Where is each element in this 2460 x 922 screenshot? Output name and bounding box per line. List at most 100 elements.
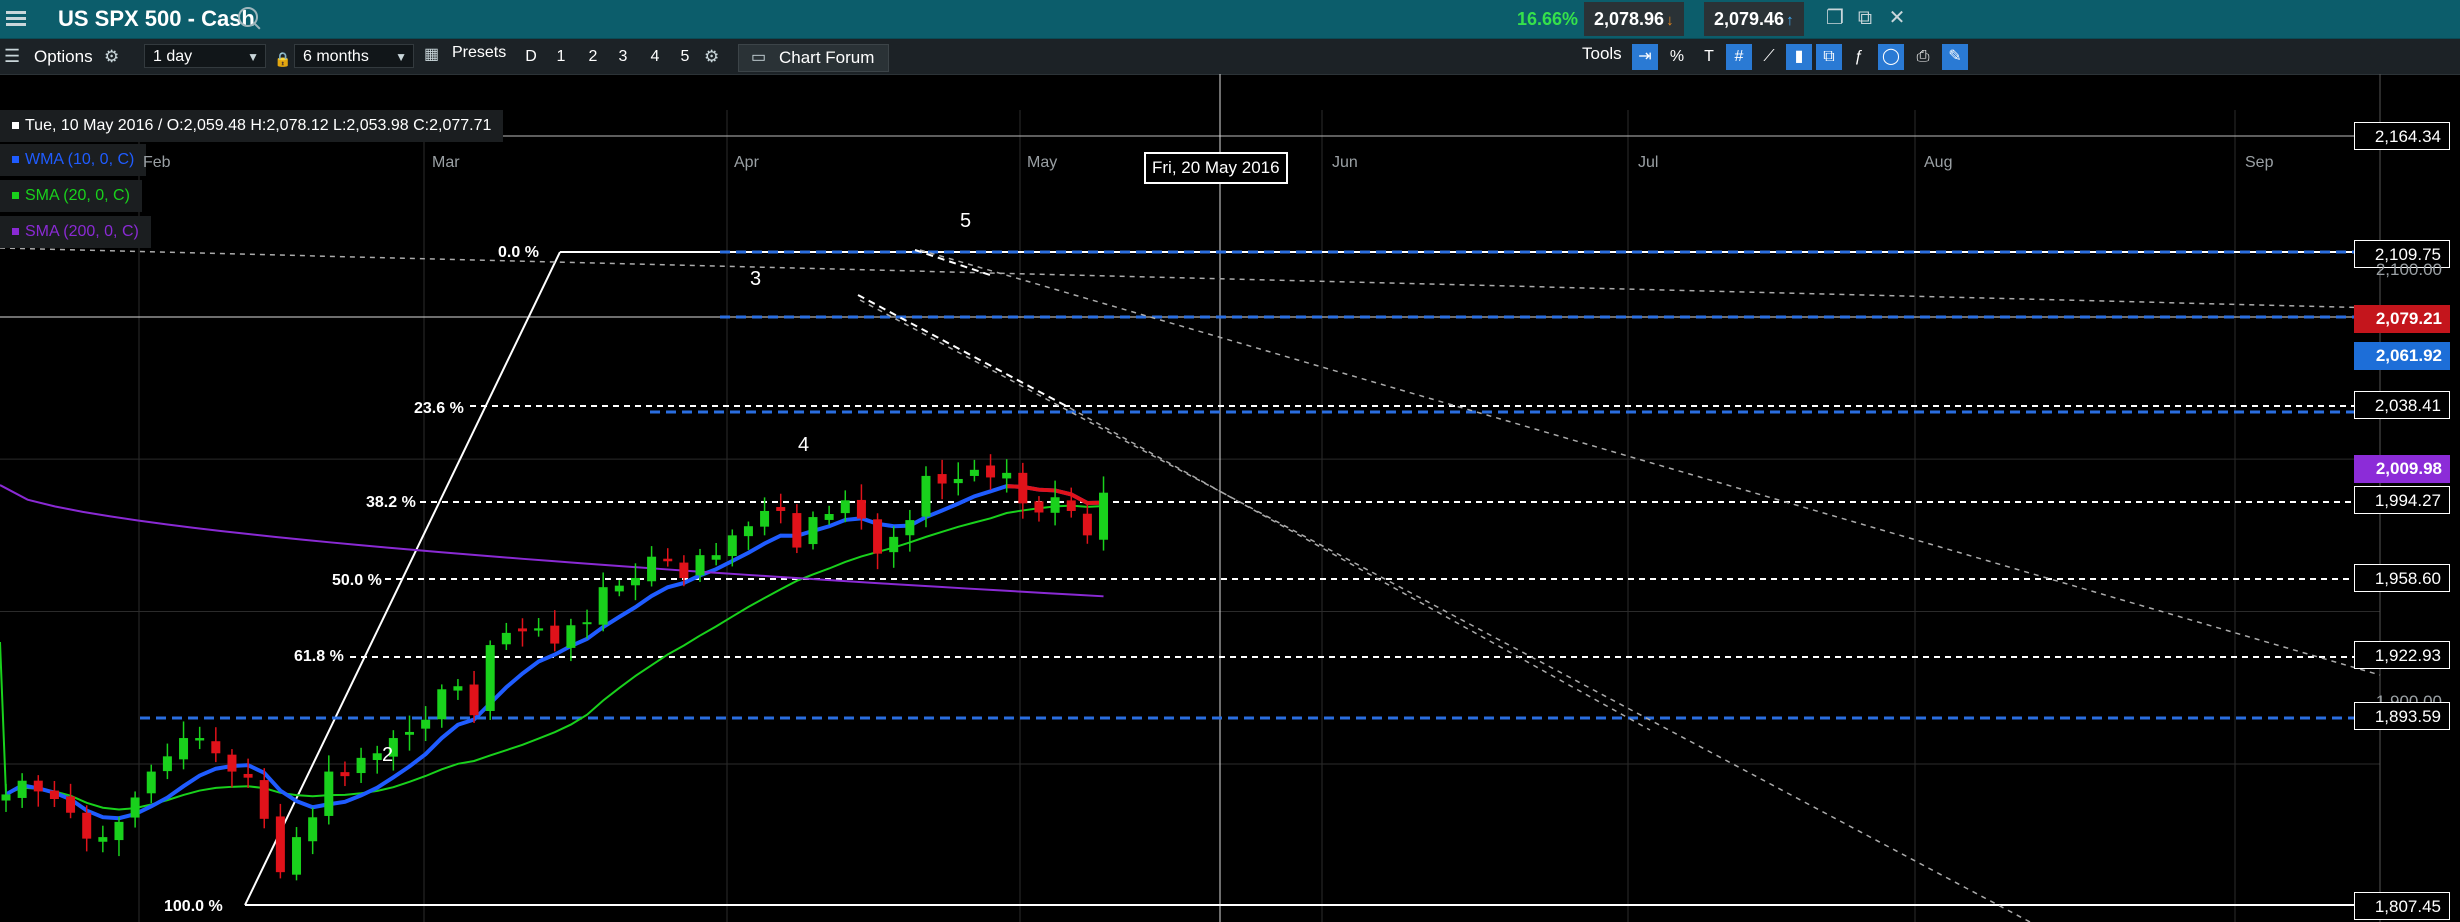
candle-body [808, 517, 818, 545]
highlight-tool-icon[interactable]: ◯ [1878, 44, 1904, 70]
buy-price: 2,079.46 [1714, 9, 1785, 29]
preset-3-button[interactable]: 3 [614, 48, 632, 66]
candle-body [243, 773, 253, 778]
candle-body [437, 689, 447, 720]
close-icon[interactable]: ✕ [1886, 7, 1908, 29]
options-button[interactable]: Options [34, 47, 93, 67]
sell-price-button[interactable]: 2,078.96 ↓ [1584, 2, 1684, 36]
sma20-label: SMA (20, 0, C) [25, 187, 130, 204]
gear-icon[interactable]: ⚙ [104, 47, 119, 67]
sma20-swatch [12, 192, 19, 200]
settings-gear-icon[interactable]: ⚙ [704, 47, 719, 67]
month-label: Mar [432, 154, 460, 171]
candle-body [1099, 492, 1109, 540]
ohlc-readout: Tue, 10 May 2016 / O:2,059.48 H:2,078.12… [0, 110, 504, 142]
restore-icon[interactable]: ❐ [1824, 7, 1846, 29]
candle-tool-icon[interactable]: ▮ [1786, 44, 1812, 70]
candle-body [727, 535, 737, 557]
sma200-legend[interactable]: SMA (200, 0, C) [0, 216, 151, 248]
candle-body [582, 622, 592, 625]
candle-body [114, 821, 124, 841]
candle-body [324, 771, 334, 816]
popout-icon[interactable]: ⧉ [1854, 7, 1876, 29]
search-icon[interactable] [238, 7, 258, 27]
candle-body [792, 513, 802, 548]
chart-forum-label: Chart Forum [779, 48, 875, 67]
interval-select[interactable]: 1 day ▼ [144, 44, 266, 68]
list-icon[interactable]: ☰ [4, 46, 20, 66]
candle-body [1066, 500, 1076, 511]
preset-1-button[interactable]: 1 [552, 48, 570, 66]
grid-tool-icon[interactable]: # [1726, 44, 1752, 70]
candle-body [162, 756, 172, 772]
percent-tool-button[interactable]: % [1664, 44, 1690, 70]
cursor-tool-icon[interactable]: ⇥ [1632, 44, 1658, 70]
trendline [1069, 407, 1651, 731]
candle-body [1002, 472, 1012, 479]
candle-body [679, 562, 689, 579]
trendline-tool-icon[interactable]: ⟋ [1756, 44, 1782, 70]
level-lines [0, 74, 2380, 922]
month-label: Jul [1638, 154, 1659, 171]
chart-area[interactable]: Tue, 10 May 2016 / O:2,059.48 H:2,078.12… [0, 74, 2460, 922]
candle-body [760, 510, 770, 527]
candle-body [969, 469, 979, 476]
candle-body [630, 578, 640, 586]
interval-value: 1 day [153, 48, 193, 65]
up-arrow-icon: ↑ [1786, 12, 1794, 29]
preset-4-button[interactable]: 4 [646, 48, 664, 66]
candle-body [776, 507, 786, 511]
candle-body [469, 684, 479, 716]
candle-body [856, 499, 866, 519]
channel-line [857, 294, 1071, 409]
price-fib-618: 1,922.93 [2354, 641, 2450, 669]
tools-label: Tools [1582, 44, 1622, 63]
wma-legend[interactable]: WMA (10, 0, C) [0, 144, 147, 176]
candle-body [259, 780, 269, 819]
candles [1, 454, 1109, 881]
buy-price-button[interactable]: 2,079.46 ↑ [1704, 2, 1804, 36]
chart-forum-button[interactable]: ▭ Chart Forum [738, 44, 890, 72]
wave-5-label: 5 [960, 210, 972, 232]
candle-body [340, 772, 350, 777]
candle-body [1, 794, 11, 801]
price-tick-2100: 2,100.00 [2375, 260, 2442, 279]
candle-body [937, 474, 947, 484]
candle-body [98, 837, 108, 842]
candle-body [1082, 513, 1092, 536]
candle-body [614, 585, 624, 592]
price-fib-50: 1,958.60 [2354, 564, 2450, 592]
speech-bubble-icon: ▭ [751, 49, 767, 66]
candle-body [550, 625, 560, 644]
candle-body [485, 645, 495, 712]
chevron-down-icon: ▼ [247, 50, 259, 64]
range-select[interactable]: 6 months ▼ [294, 44, 414, 68]
month-label: Jun [1332, 154, 1358, 171]
chevron-down-icon: ▼ [395, 50, 407, 64]
calendar-icon[interactable]: ▦ [424, 45, 439, 65]
candle-body [179, 738, 189, 760]
fib-236-label: 23.6 % [414, 400, 464, 417]
menu-icon[interactable] [6, 8, 26, 30]
compare-tool-icon[interactable]: ⧉ [1816, 44, 1842, 70]
candle-body [695, 555, 705, 576]
candle-body [905, 520, 915, 536]
wave-3-label: 3 [750, 268, 762, 290]
ohlc-dot [12, 122, 19, 130]
preset-d-button[interactable]: D [522, 48, 540, 66]
lock-icon[interactable]: 🔒 [274, 49, 291, 69]
draw-settings-icon[interactable]: ✎ [1942, 44, 1968, 70]
preset-5-button[interactable]: 5 [676, 48, 694, 66]
price-fib-382: 1,994.27 [2354, 486, 2450, 514]
fib-618-label: 61.8 % [294, 648, 344, 665]
preset-2-button[interactable]: 2 [584, 48, 602, 66]
print-icon[interactable]: ⎙ [1910, 44, 1936, 70]
fib-100-label: 100.0 % [164, 898, 223, 915]
wma-label: WMA (10, 0, C) [25, 151, 135, 168]
text-tool-button[interactable]: T [1696, 44, 1722, 70]
candle-body [1034, 501, 1044, 513]
indicator-tool-icon[interactable]: ƒ [1846, 44, 1872, 70]
candle-body [66, 796, 76, 813]
sma20-legend[interactable]: SMA (20, 0, C) [0, 180, 142, 212]
candle-body [1018, 472, 1028, 504]
